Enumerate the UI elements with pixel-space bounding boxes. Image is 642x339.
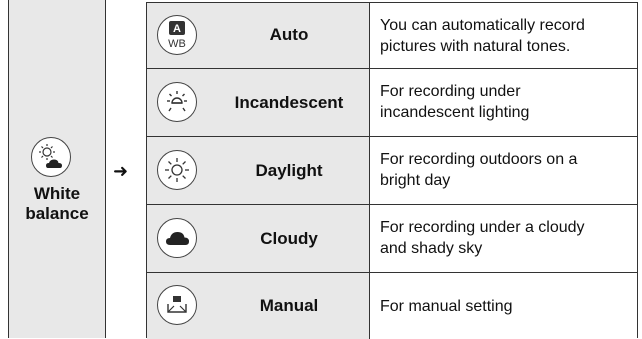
mode-description-manual: For manual setting	[380, 298, 513, 315]
mode-label-auto: Auto	[269, 25, 309, 44]
category-label-line2: balance	[25, 204, 89, 223]
manual-wb-icon	[157, 285, 197, 325]
category-label-line1: White	[33, 184, 81, 203]
table-row-auto: A WB Auto You can automatically record p…	[147, 3, 637, 69]
white-balance-modes-table: A WB Auto You can automatically record p…	[146, 2, 638, 339]
category-label: White balance	[9, 184, 105, 224]
mode-description-incandescent: For recording under incandescent lightin…	[380, 83, 530, 121]
mode-description-cloudy: For recording under a cloudy and shady s…	[380, 219, 585, 257]
table-row-cloudy: Cloudy For recording under a cloudy and …	[147, 205, 637, 273]
table-row-incandescent: Incandescent For recording under incande…	[147, 69, 637, 137]
svg-text:WB: WB	[168, 38, 186, 50]
mode-label-daylight: Daylight	[255, 161, 323, 180]
table-row-daylight: Daylight For recording outdoors on a bri…	[147, 137, 637, 205]
auto-wb-icon: A WB	[157, 15, 197, 55]
mode-description-auto: You can automatically record pictures wi…	[380, 17, 585, 55]
mode-label-manual: Manual	[259, 296, 319, 315]
mode-description-daylight: For recording outdoors on a bright day	[380, 151, 578, 189]
table-row-manual: Manual For manual setting	[147, 273, 637, 339]
incandescent-icon	[157, 82, 197, 122]
arrow-right-icon: ➜	[113, 161, 129, 181]
svg-text:A: A	[173, 23, 181, 35]
mode-label-incandescent: Incandescent	[234, 93, 344, 112]
white-balance-category-cell: White balance	[8, 0, 106, 338]
daylight-sun-icon	[157, 150, 197, 190]
daylight-cloud-icon	[31, 137, 71, 177]
mode-label-cloudy: Cloudy	[260, 229, 318, 248]
cloud-icon	[157, 218, 197, 258]
